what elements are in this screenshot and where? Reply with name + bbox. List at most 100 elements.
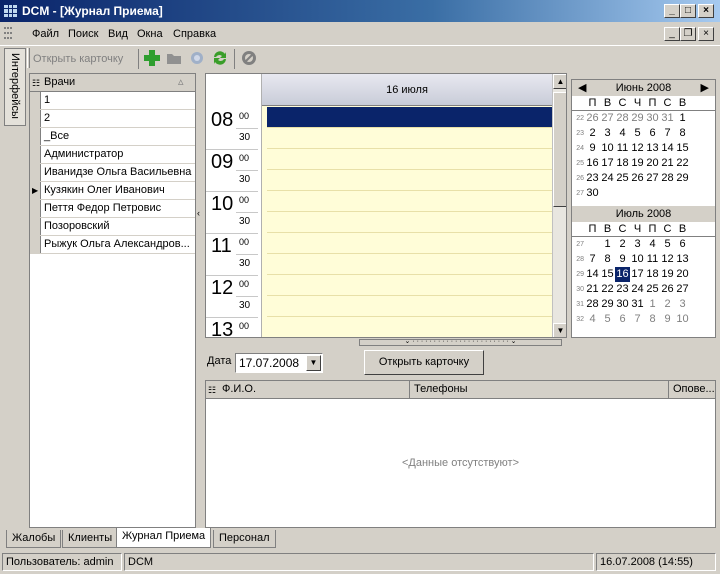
calendar-day[interactable]: 5	[660, 237, 675, 252]
calendar-day[interactable]: 1	[675, 111, 690, 126]
calendar-day[interactable]: 28	[585, 297, 600, 312]
calendar-day[interactable]: 15	[675, 141, 690, 156]
doctor-row[interactable]: ▶ Кузякин Олег Иванович	[30, 182, 195, 200]
calendar-day[interactable]: 7	[585, 252, 600, 267]
tab-complaints[interactable]: Жалобы	[6, 530, 62, 548]
open-card-button[interactable]: Открыть карточку	[364, 350, 484, 375]
tab-staff[interactable]: Персонал	[213, 530, 276, 548]
calendar-day[interactable]: 27	[600, 111, 615, 126]
menu-search[interactable]: Поиск	[68, 28, 98, 40]
calendar-day[interactable]: 25	[615, 171, 630, 186]
calendar-day[interactable]: 11	[645, 252, 660, 267]
tab-journal[interactable]: Журнал Приема	[116, 528, 212, 548]
collapse-left-icon[interactable]: ‹	[197, 208, 200, 218]
calendar-day[interactable]: 3	[630, 237, 645, 252]
menu-file[interactable]: Файл	[32, 28, 59, 40]
calendar-day[interactable]: 10	[630, 252, 645, 267]
row-selector[interactable]	[30, 200, 41, 217]
calendar-day[interactable]: 27	[675, 282, 690, 297]
calendar-day[interactable]: 12	[630, 141, 645, 156]
calendar-day[interactable]: 26	[660, 282, 675, 297]
calendar-day[interactable]: 17	[600, 156, 615, 171]
maximize-button[interactable]: □	[680, 4, 696, 18]
calendar-day[interactable]: 2	[660, 297, 675, 312]
calendar-day[interactable]: 7	[630, 312, 645, 327]
calendar-day[interactable]: 8	[645, 312, 660, 327]
calendar-day[interactable]: 11	[615, 141, 630, 156]
menu-windows[interactable]: Окна	[137, 28, 163, 40]
scroll-down-button[interactable]: ▼	[553, 323, 566, 337]
calendar-day[interactable]: 13	[675, 252, 690, 267]
doctor-row[interactable]: 1	[30, 92, 195, 110]
calendar-day[interactable]: 23	[585, 171, 600, 186]
row-selector[interactable]: ▶	[30, 182, 41, 199]
calendar-day[interactable]: 30	[615, 297, 630, 312]
menu-help[interactable]: Справка	[173, 28, 216, 40]
calendar-day[interactable]: 29	[600, 297, 615, 312]
row-selector[interactable]	[30, 110, 41, 127]
calendar-day[interactable]: 1	[645, 297, 660, 312]
selected-slot[interactable]	[267, 107, 552, 127]
row-selector[interactable]	[30, 218, 41, 235]
calendar-day[interactable]: 4	[585, 312, 600, 327]
mdi-minimize-button[interactable]: _	[664, 27, 680, 41]
calendar-day[interactable]: 14	[660, 141, 675, 156]
users-icon[interactable]	[188, 49, 206, 67]
calendar-day[interactable]: 24	[630, 282, 645, 297]
scroll-thumb[interactable]	[553, 92, 566, 207]
doctor-row[interactable]: 2	[30, 110, 195, 128]
doctor-row[interactable]: Пеття Федор Петровис	[30, 200, 195, 218]
calendar-day[interactable]: 25	[645, 282, 660, 297]
doctor-row[interactable]: Рыжук Ольга Александров...	[30, 236, 195, 254]
calendar-day[interactable]: 23	[615, 282, 630, 297]
row-selector[interactable]	[30, 92, 41, 109]
calendar-day[interactable]: 20	[645, 156, 660, 171]
col-fio[interactable]: Ф.И.О.	[220, 381, 410, 398]
calendar-day[interactable]: 22	[675, 156, 690, 171]
splitter[interactable]: ‹	[197, 73, 204, 528]
calendar-day[interactable]: 7	[660, 126, 675, 141]
calendar-day[interactable]: 29	[675, 171, 690, 186]
close-button[interactable]: ×	[698, 4, 714, 18]
calendar-day[interactable]: 4	[645, 237, 660, 252]
calendar-day[interactable]: 16	[615, 267, 630, 282]
calendar-day[interactable]: 21	[660, 156, 675, 171]
next-month-icon[interactable]: ▶	[701, 80, 709, 96]
calendar-day[interactable]: 18	[645, 267, 660, 282]
doctors-header[interactable]: ☷ Врачи ▵	[30, 74, 195, 92]
calendar-day[interactable]: 12	[660, 252, 675, 267]
row-selector[interactable]	[30, 236, 41, 253]
scroll-up-button[interactable]: ▲	[553, 74, 566, 89]
calendar-day[interactable]: 31	[660, 111, 675, 126]
prev-month-icon[interactable]: ◀	[578, 80, 586, 96]
calendar-day[interactable]: 10	[600, 141, 615, 156]
add-icon[interactable]	[143, 49, 161, 67]
doctor-row[interactable]: _Все	[30, 128, 195, 146]
calendar-day[interactable]: 18	[615, 156, 630, 171]
refresh-icon[interactable]	[211, 49, 229, 67]
row-selector[interactable]	[30, 164, 41, 181]
toolbar-open-card[interactable]: Открыть карточку	[33, 53, 123, 65]
doctor-row[interactable]: Позоровский	[30, 218, 195, 236]
doctor-row[interactable]: Иванидзе Ольга Васильевна	[30, 164, 195, 182]
calendar-day[interactable]: 5	[630, 126, 645, 141]
interfaces-side-tab[interactable]: Интерфейсы	[4, 48, 26, 126]
column-chooser-icon[interactable]: ☷	[32, 75, 40, 92]
col-notify[interactable]: Опове...	[670, 381, 715, 398]
calendar-day[interactable]: 1	[600, 237, 615, 252]
calendar-day[interactable]: 3	[675, 297, 690, 312]
date-field[interactable]: 17.07.2008 ▼	[235, 353, 323, 373]
calendar-day[interactable]: 9	[615, 252, 630, 267]
schedule-grid[interactable]	[262, 106, 552, 337]
row-selector[interactable]	[30, 128, 41, 145]
calendar-day[interactable]: 20	[675, 267, 690, 282]
calendar-day[interactable]: 21	[585, 282, 600, 297]
calendar-day[interactable]: 2	[585, 126, 600, 141]
schedule-scrollbar[interactable]: ▲ ▼	[552, 74, 566, 337]
date-dropdown-icon[interactable]: ▼	[306, 355, 321, 371]
mdi-restore-button[interactable]: ❐	[680, 27, 696, 41]
menu-view[interactable]: Вид	[108, 28, 128, 40]
calendar-day[interactable]: 28	[660, 171, 675, 186]
calendar-day[interactable]: 8	[675, 126, 690, 141]
row-selector[interactable]	[30, 146, 41, 163]
